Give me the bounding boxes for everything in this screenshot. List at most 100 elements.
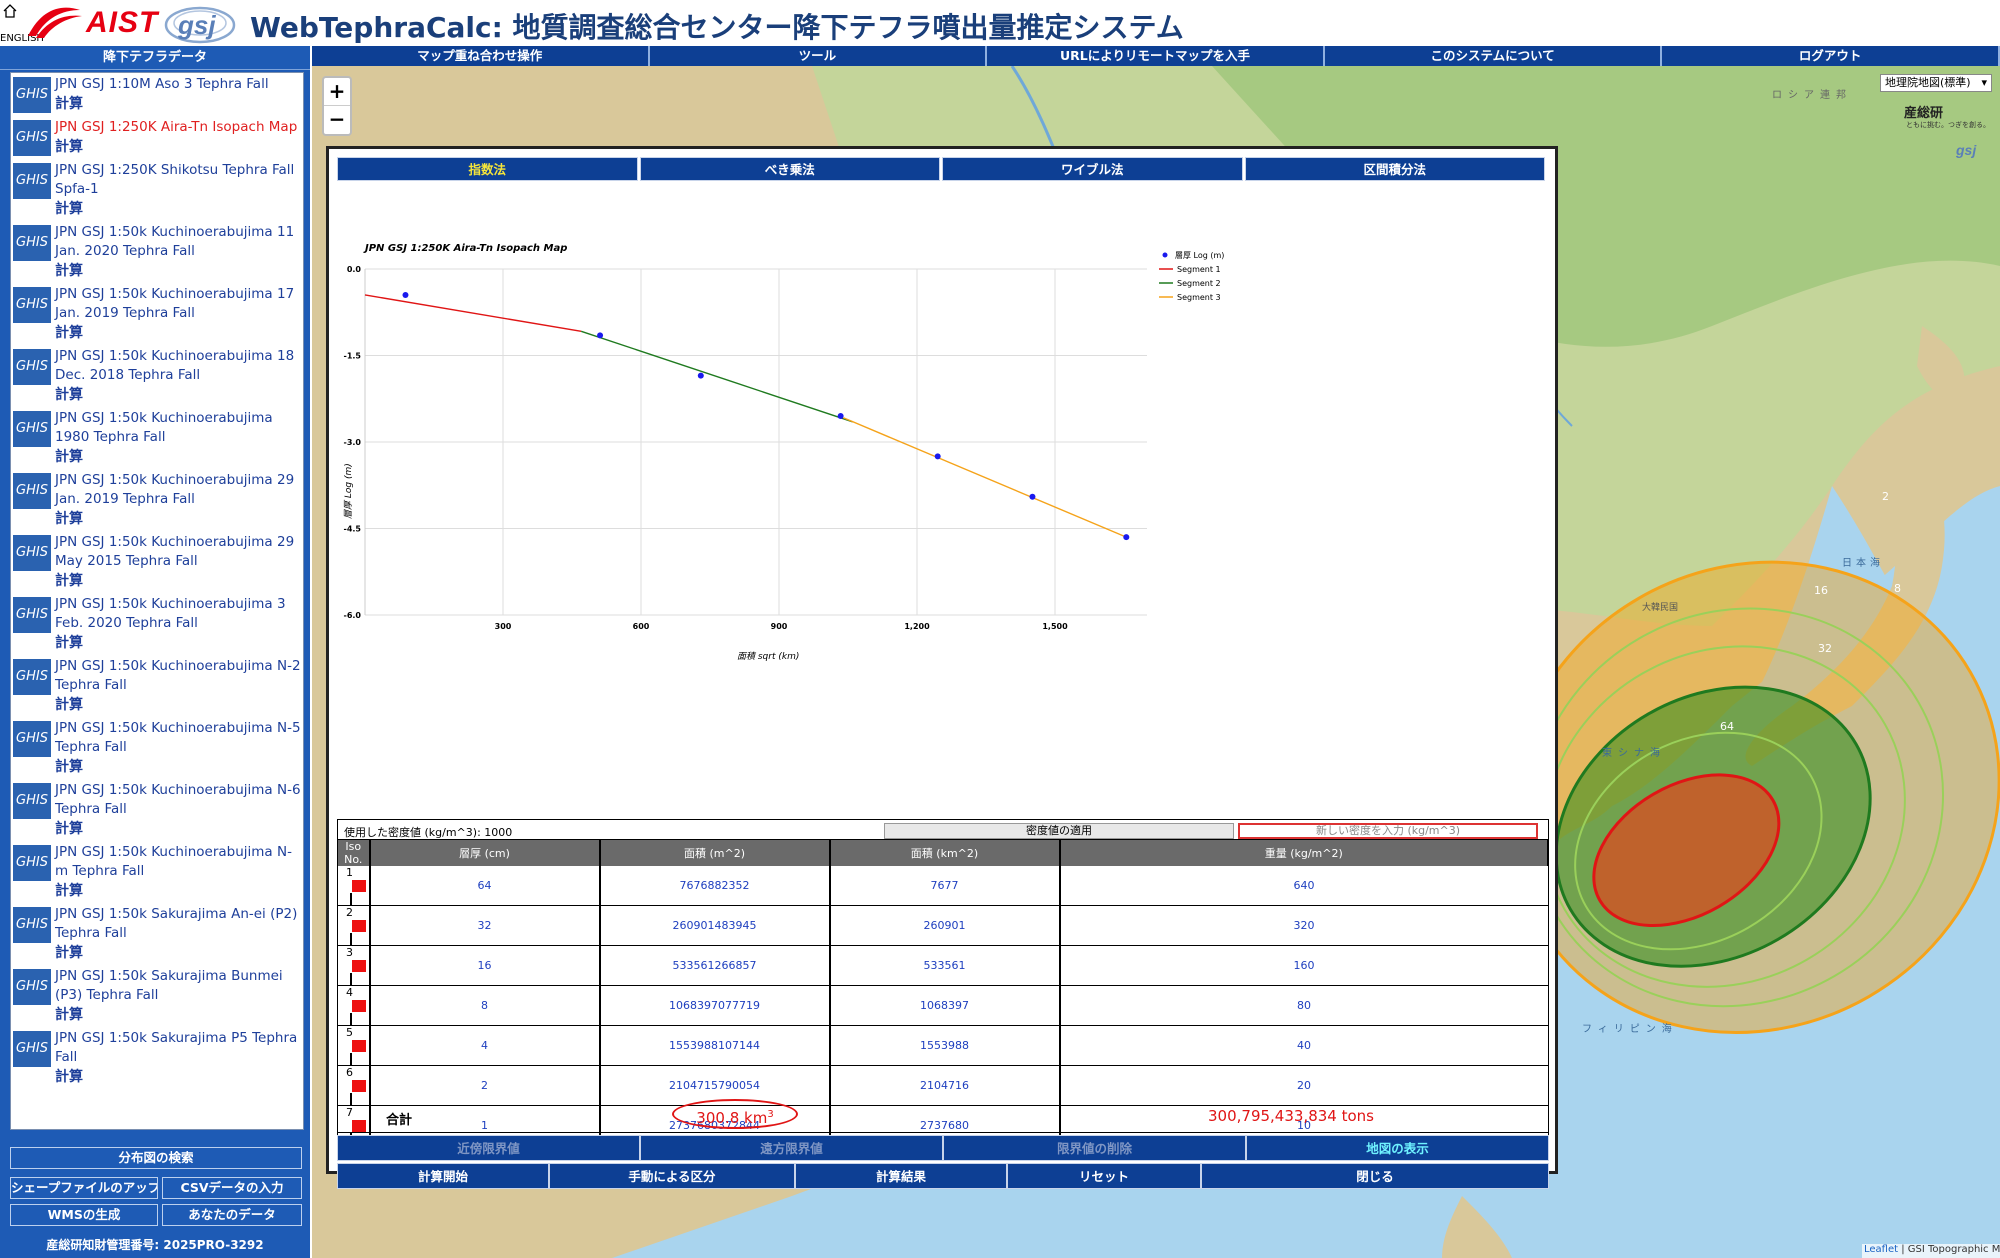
your-data-button[interactable]: あなたのデータ [162,1204,302,1226]
tephra-calc-link[interactable]: 計算 [55,819,303,839]
tephra-item-name[interactable]: JPN GSJ 1:250K Shikotsu Tephra Fall Spfa… [55,161,303,199]
menu-about[interactable]: このシステムについて [1325,46,1663,66]
tephra-item[interactable]: GHIS JPN GSJ 1:250K Aira-Tn Isopach Map 計算 [11,116,303,159]
tephra-calc-link[interactable]: 計算 [55,943,303,963]
menu-remote-map[interactable]: URLによりリモートマップを入手 [987,46,1325,66]
proximal-limit-button[interactable]: 近傍限界値 [337,1135,640,1161]
tephra-item-name[interactable]: JPN GSJ 1:50k Kuchinoerabujima 29 May 20… [55,533,303,571]
tephra-calc-link[interactable]: 計算 [55,571,303,591]
tephra-item-name[interactable]: JPN GSJ 1:10M Aso 3 Tephra Fall [55,75,303,94]
gsj-mini-logo: gsj [1956,142,1977,158]
close-button[interactable]: 閉じる [1201,1163,1549,1189]
tephra-item-name[interactable]: JPN GSJ 1:50k Sakurajima P5 Tephra Fall [55,1029,303,1067]
show-map-button[interactable]: 地図の表示 [1246,1135,1549,1161]
tephra-item-name[interactable]: JPN GSJ 1:50k Kuchinoerabujima N-6 Tephr… [55,781,303,819]
tephra-item[interactable]: GHIS JPN GSJ 1:50k Kuchinoerabujima 17 Ja… [11,283,303,345]
new-density-input[interactable]: 新しい密度を入力 (kg/m^3) [1238,823,1538,839]
manual-segmentation-button[interactable]: 手動による区分 [549,1163,795,1189]
tephra-calc-link[interactable]: 計算 [55,633,303,653]
tephra-item[interactable]: GHIS JPN GSJ 1:50k Kuchinoerabujima 3 Feb… [11,593,303,655]
color-swatch-icon[interactable] [352,1000,366,1012]
tephra-calc-link[interactable]: 計算 [55,757,303,777]
distal-limit-button[interactable]: 遠方限界値 [640,1135,943,1161]
color-swatch-icon[interactable] [352,920,366,932]
divider-icon [350,893,352,905]
tephra-item-name[interactable]: JPN GSJ 1:250K Aira-Tn Isopach Map [55,118,303,137]
tephra-item[interactable]: GHIS JPN GSJ 1:50k Kuchinoerabujima N-6 T… [11,779,303,841]
color-swatch-icon[interactable] [352,1080,366,1092]
gsj-logo: gsj [162,3,238,45]
tephra-calc-link[interactable]: 計算 [55,695,303,715]
tephra-item-name[interactable]: JPN GSJ 1:50k Kuchinoerabujima 17 Jan. 2… [55,285,303,323]
wms-generate-button[interactable]: WMSの生成 [10,1204,158,1226]
results-table-area: 使用した密度値 (kg/m^3): 1000 密度値の適用 新しい密度を入力 (… [337,819,1549,1189]
iso-cell: 5 [337,1025,370,1066]
tephra-item[interactable]: GHIS JPN GSJ 1:50k Kuchinoerabujima N-m T… [11,841,303,903]
tab-weibull[interactable]: ワイブル法 [942,157,1243,181]
search-distribution-button[interactable]: 分布図の検索 [10,1147,302,1169]
tephra-item[interactable]: GHIS JPN GSJ 1:50k Sakurajima P5 Tephra F… [11,1027,303,1089]
tab-segment-integration[interactable]: 区間積分法 [1244,157,1545,181]
delete-limit-button[interactable]: 限界値の削除 [943,1135,1246,1161]
chart-grid [365,268,1147,616]
tephra-item-name[interactable]: JPN GSJ 1:50k Sakurajima An-ei (P2) Teph… [55,905,303,943]
tephra-calc-link[interactable]: 計算 [55,323,303,343]
tephra-item-name[interactable]: JPN GSJ 1:50k Kuchinoerabujima 3 Feb. 20… [55,595,303,633]
home-icon[interactable] [3,4,17,18]
csv-input-button[interactable]: CSVデータの入力 [162,1177,302,1199]
tephra-item[interactable]: GHIS JPN GSJ 1:50k Kuchinoerabujima N-5 T… [11,717,303,779]
base-layer-select[interactable]: 地理院地図(標準) ▾ [1880,74,1992,92]
data-point [1123,534,1130,541]
tephra-calc-link[interactable]: 計算 [55,385,303,405]
tephra-item[interactable]: GHIS JPN GSJ 1:50k Kuchinoerabujima 29 Ma… [11,531,303,593]
ghis-icon: GHIS [13,473,51,509]
tephra-calc-link[interactable]: 計算 [55,261,303,281]
tephra-item-name[interactable]: JPN GSJ 1:50k Kuchinoerabujima N-m Tephr… [55,843,303,881]
tephra-item[interactable]: GHIS JPN GSJ 1:50k Sakurajima Bunmei (P3)… [11,965,303,1027]
table-row: 2 32 260901483945 260901 320 [337,905,1548,946]
color-swatch-icon[interactable] [352,960,366,972]
tephra-item[interactable]: GHIS JPN GSJ 1:50k Kuchinoerabujima N-2 T… [11,655,303,717]
tephra-item[interactable]: GHIS JPN GSJ 1:50k Kuchinoerabujima 11 Ja… [11,221,303,283]
tephra-calc-link[interactable]: 計算 [55,509,303,529]
start-calculation-button[interactable]: 計算開始 [337,1163,549,1189]
tephra-data-list[interactable]: GHIS JPN GSJ 1:10M Aso 3 Tephra Fall 計算 GHI… [10,72,304,1130]
zoom-out-button[interactable]: − [324,106,350,134]
menu-logout[interactable]: ログアウト [1662,46,2000,66]
tephra-calc-link[interactable]: 計算 [55,137,303,157]
tab-power-law[interactable]: べき乗法 [639,157,940,181]
tephra-item[interactable]: GHIS JPN GSJ 1:50k Kuchinoerabujima 18 De… [11,345,303,407]
tephra-item-name[interactable]: JPN GSJ 1:50k Kuchinoerabujima 1980 Teph… [55,409,303,447]
calc-results-button[interactable]: 計算結果 [795,1163,1007,1189]
tephra-item[interactable]: GHIS JPN GSJ 1:50k Kuchinoerabujima 1980 … [11,407,303,469]
menu-tools[interactable]: ツール [650,46,988,66]
tephra-calc-link[interactable]: 計算 [55,94,303,114]
color-swatch-icon[interactable] [352,880,366,892]
tephra-item[interactable]: GHIS JPN GSJ 1:250K Shikotsu Tephra Fall … [11,159,303,221]
ghis-icon: GHIS [13,535,51,571]
tab-exponential[interactable]: 指数法 [337,157,638,181]
reset-button[interactable]: リセット [1007,1163,1201,1189]
tephra-item[interactable]: GHIS JPN GSJ 1:50k Sakurajima An-ei (P2) … [11,903,303,965]
tephra-calc-link[interactable]: 計算 [55,1005,303,1025]
tephra-item[interactable]: GHIS JPN GSJ 1:50k Kuchinoerabujima 29 Ja… [11,469,303,531]
menu-map-overlay[interactable]: マップ重ね合わせ操作 [312,46,650,66]
tephra-calc-link[interactable]: 計算 [55,1067,303,1087]
shapefile-upload-button[interactable]: シェープファイルのアップロード [10,1177,158,1199]
tephra-item-name[interactable]: JPN GSJ 1:50k Kuchinoerabujima 11 Jan. 2… [55,223,303,261]
tephra-calc-link[interactable]: 計算 [55,881,303,901]
tephra-calc-link[interactable]: 計算 [55,199,303,219]
tephra-item[interactable]: GHIS JPN GSJ 1:10M Aso 3 Tephra Fall 計算 [11,73,303,116]
tephra-item-name[interactable]: JPN GSJ 1:50k Kuchinoerabujima 18 Dec. 2… [55,347,303,385]
zoom-in-button[interactable]: + [324,78,350,106]
tephra-item-name[interactable]: JPN GSJ 1:50k Kuchinoerabujima N-2 Tephr… [55,657,303,695]
tephra-item-name[interactable]: JPN GSJ 1:50k Kuchinoerabujima N-5 Tephr… [55,719,303,757]
data-point [934,453,941,460]
series-line-3 [843,417,1127,538]
leaflet-link[interactable]: Leaflet [1864,1244,1898,1255]
tephra-item-name[interactable]: JPN GSJ 1:50k Sakurajima Bunmei (P3) Tep… [55,967,303,1005]
color-swatch-icon[interactable] [352,1040,366,1052]
tephra-item-name[interactable]: JPN GSJ 1:50k Kuchinoerabujima 29 Jan. 2… [55,471,303,509]
tephra-calc-link[interactable]: 計算 [55,447,303,467]
apply-density-button[interactable]: 密度値の適用 [884,823,1234,839]
